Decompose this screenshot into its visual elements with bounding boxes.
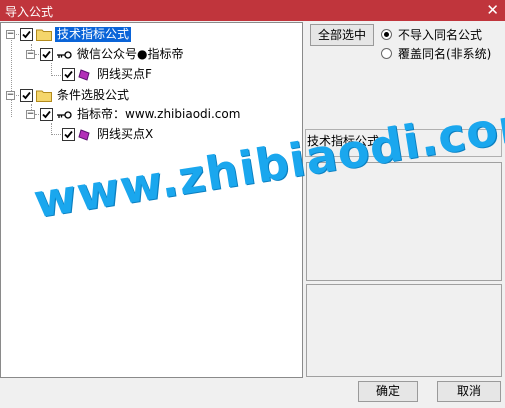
option-label: 不导入同名公式 — [398, 28, 483, 42]
key-icon — [56, 110, 72, 120]
formula-icon — [78, 68, 92, 82]
cancel-button[interactable]: 取消 — [437, 381, 501, 402]
formula-params-pane — [306, 284, 502, 377]
collapse-toggle[interactable]: − — [26, 110, 35, 119]
tree-node-label[interactable]: 技术指标公式 — [55, 27, 132, 42]
tree-line — [51, 75, 61, 76]
key-icon — [56, 50, 72, 60]
window-title: 导入公式 — [5, 5, 54, 19]
folder-icon — [36, 89, 52, 102]
tree-node-label[interactable]: 阴线买点F — [95, 67, 154, 82]
folder-icon — [36, 28, 52, 41]
checkbox-icon[interactable] — [40, 108, 53, 121]
collapse-toggle[interactable]: − — [26, 50, 35, 59]
checkbox-icon[interactable] — [62, 68, 75, 81]
collapse-toggle[interactable]: − — [6, 30, 15, 39]
checkbox-icon[interactable] — [62, 128, 75, 141]
radio-icon[interactable] — [381, 29, 392, 40]
formula-icon — [78, 128, 92, 142]
tree-node-formula[interactable]: 阴线买点F — [62, 66, 154, 83]
tree-node-author[interactable]: − 微信公众号●指标帝 — [26, 46, 185, 63]
tree-line — [51, 134, 61, 135]
title-bar: 导入公式 ✕ — [0, 0, 505, 21]
tree-node-group[interactable]: − 条件选股公式 — [6, 87, 131, 104]
tree-node-label[interactable]: 微信公众号●指标帝 — [75, 47, 185, 62]
checkbox-icon[interactable] — [20, 89, 33, 102]
tree-node-formula[interactable]: 阴线买点X — [62, 126, 155, 143]
option-no-import-same[interactable]: 不导入同名公式 — [381, 26, 482, 43]
close-icon[interactable]: ✕ — [486, 1, 499, 19]
tree-node-label[interactable]: 指标帝：www.zhibiaodi.com — [75, 107, 242, 122]
collapse-toggle[interactable]: − — [6, 91, 15, 100]
tree-node-author[interactable]: − 指标帝：www.zhibiaodi.com — [26, 106, 242, 123]
checkbox-icon[interactable] — [40, 48, 53, 61]
tree-line — [11, 35, 12, 117]
option-overwrite-same[interactable]: 覆盖同名(非系统) — [381, 45, 491, 62]
option-label: 覆盖同名(非系统) — [398, 47, 492, 61]
checkbox-icon[interactable] — [20, 28, 33, 41]
tree-node-label[interactable]: 条件选股公式 — [55, 88, 131, 103]
tree-node-group[interactable]: − 技术指标公式 — [6, 26, 132, 43]
radio-icon[interactable] — [381, 48, 392, 59]
select-all-button[interactable]: 全部选中 — [310, 24, 374, 46]
tree-node-label[interactable]: 阴线买点X — [95, 127, 155, 142]
ok-button[interactable]: 确定 — [358, 381, 418, 402]
